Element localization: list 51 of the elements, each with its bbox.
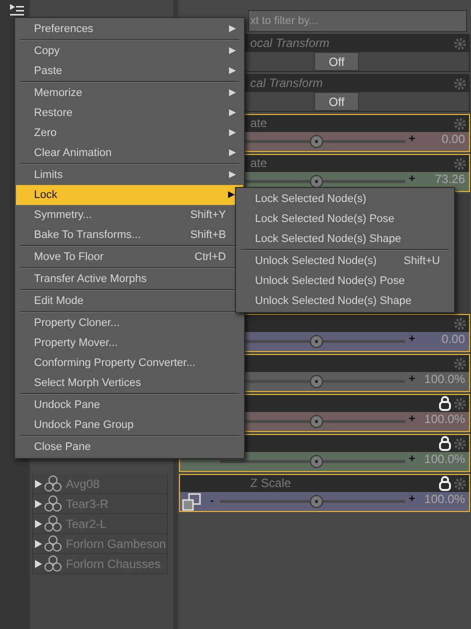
- settings-icon: [453, 36, 467, 50]
- menu-item[interactable]: Lock ▶: [16, 185, 243, 205]
- property-label: ate: [250, 116, 267, 130]
- settings-icon: [453, 116, 467, 130]
- toggle-button[interactable]: Off: [314, 52, 360, 71]
- property-row[interactable]: Z Scale - + 100.0%: [179, 474, 470, 512]
- toggle-button[interactable]: Off: [314, 92, 360, 111]
- increment-button[interactable]: +: [407, 133, 417, 146]
- decrement-button[interactable]: -: [210, 493, 218, 510]
- filter-field[interactable]: xt to filter by...: [248, 10, 467, 32]
- figure-icon: [44, 535, 62, 552]
- figure-icon: [44, 555, 62, 572]
- increment-button[interactable]: +: [407, 493, 417, 506]
- figure-icon: [44, 495, 62, 512]
- menu-item[interactable]: Unlock Selected Node(s) Pose: [236, 271, 454, 291]
- menu-item[interactable]: Lock Selected Node(s) Shape: [236, 229, 454, 249]
- value-field[interactable]: 0.00: [417, 333, 465, 346]
- property-label: cal Transform: [250, 76, 323, 90]
- figure-icon: [44, 475, 62, 492]
- value-field[interactable]: 100.0%: [417, 493, 465, 506]
- settings-icon: [453, 396, 467, 410]
- settings-icon: [453, 436, 467, 450]
- increment-button[interactable]: +: [407, 373, 417, 386]
- slider-thumb[interactable]: [310, 455, 324, 468]
- figure-icon: [44, 515, 62, 532]
- value-field[interactable]: 100.0%: [417, 373, 465, 386]
- property-label: ate: [250, 156, 267, 170]
- settings-icon: [453, 76, 467, 90]
- settings-icon: [453, 476, 467, 490]
- increment-button[interactable]: +: [407, 333, 417, 346]
- menu-item[interactable]: Unlock Selected Node(s) Shape: [236, 291, 454, 311]
- slider-thumb[interactable]: [310, 175, 324, 188]
- settings-icon: [453, 316, 467, 330]
- slider-thumb[interactable]: [310, 335, 324, 348]
- property-label: ocal Transform: [250, 36, 330, 50]
- slider-thumb[interactable]: [310, 375, 324, 388]
- slider-thumb[interactable]: [310, 495, 324, 508]
- menu-item[interactable]: Lock Selected Node(s) Pose: [236, 209, 454, 229]
- settings-icon: [453, 156, 467, 170]
- increment-button[interactable]: +: [407, 173, 417, 186]
- value-field[interactable]: 0.00: [417, 133, 465, 146]
- slider-thumb[interactable]: [310, 135, 324, 148]
- menu-icon[interactable]: [10, 4, 24, 16]
- increment-button[interactable]: +: [407, 453, 417, 466]
- settings-icon: [453, 356, 467, 370]
- slider-thumb[interactable]: [310, 415, 324, 428]
- gizmo-icon: [182, 492, 202, 510]
- menu-item[interactable]: Unlock Selected Node(s) Shift+U: [236, 251, 454, 271]
- increment-button[interactable]: +: [407, 413, 417, 426]
- property-label: Z Scale: [250, 476, 291, 490]
- value-field[interactable]: 100.0%: [417, 413, 465, 426]
